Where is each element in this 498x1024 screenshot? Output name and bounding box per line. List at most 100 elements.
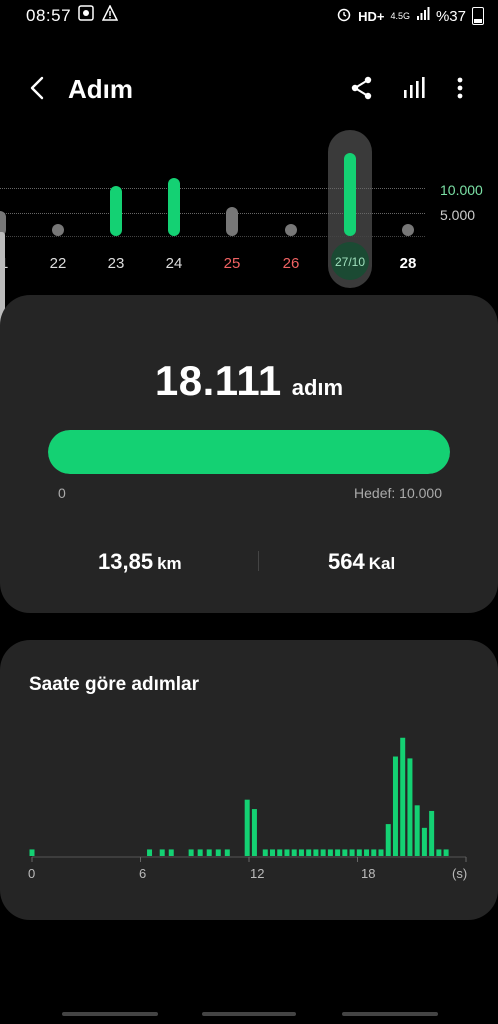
goal-progress-bar xyxy=(48,430,450,474)
hourly-steps-chart[interactable] xyxy=(24,728,474,888)
nav-back-handle[interactable] xyxy=(62,1012,158,1016)
day-label-25[interactable]: 25 xyxy=(212,255,252,272)
hourly-bar[interactable] xyxy=(188,849,194,856)
goal-gridline xyxy=(0,188,425,189)
alarm-icon xyxy=(336,6,352,26)
hourly-bar[interactable] xyxy=(277,849,283,856)
calories-value: 564 xyxy=(328,549,365,574)
hourly-bar[interactable] xyxy=(262,849,268,856)
battery-label: %37 xyxy=(435,7,466,25)
hourly-bar[interactable] xyxy=(335,849,341,856)
distance-stat: 13,85 km xyxy=(98,549,182,575)
progress-min-label: 0 xyxy=(58,485,66,501)
hourly-bar[interactable] xyxy=(364,849,370,856)
hourly-bar[interactable] xyxy=(349,849,355,856)
steps-unit: adım xyxy=(291,375,344,400)
day-bar-22[interactable] xyxy=(52,224,64,236)
day-bar-26[interactable] xyxy=(285,224,297,236)
goal-label: Hedef: 10.000 xyxy=(354,485,442,501)
day-bar-24[interactable] xyxy=(168,178,180,236)
steps-summary-card: 18.111 adım 0 Hedef: 10.000 13,85 km 564 Ka… xyxy=(0,295,498,613)
hourly-bar[interactable] xyxy=(443,849,449,856)
system-nav-bar xyxy=(0,1010,498,1018)
status-time: 08:57 xyxy=(26,6,72,25)
hourly-bar[interactable] xyxy=(284,849,290,856)
day-label-27-10[interactable]: 27/10 xyxy=(330,255,370,269)
steps-value: 18.111 adım xyxy=(0,357,498,405)
hour-tick-12: 12 xyxy=(250,866,265,881)
calories-stat: 564 Kal xyxy=(328,549,395,575)
hourly-bar[interactable] xyxy=(206,849,212,856)
screenshot-icon xyxy=(78,5,94,26)
nav-home-handle[interactable] xyxy=(202,1012,296,1016)
hourly-bar[interactable] xyxy=(421,827,427,856)
hourly-bar[interactable] xyxy=(29,849,35,856)
distance-unit: km xyxy=(157,554,182,573)
hour-tick-0: 0 xyxy=(28,866,36,881)
stats-divider xyxy=(258,551,259,571)
hourly-bar[interactable] xyxy=(356,849,362,856)
distance-value: 13,85 xyxy=(98,549,154,574)
hourly-bar[interactable] xyxy=(306,849,312,856)
day-bar-27-10[interactable] xyxy=(344,153,356,236)
hourly-steps-card: Saate göre adımlar 0 6 12 18 (s) xyxy=(0,640,498,920)
hourly-bar[interactable] xyxy=(197,849,203,856)
day-label-22[interactable]: 22 xyxy=(38,255,78,272)
network-label: HD+ xyxy=(358,8,385,24)
hour-unit-label: (s) xyxy=(452,866,468,881)
day-bar-28[interactable] xyxy=(402,224,414,236)
hourly-title: Saate göre adımlar xyxy=(29,674,200,695)
hourly-bar[interactable] xyxy=(371,849,377,856)
day-label-28[interactable]: 28 xyxy=(388,255,428,272)
steps-count: 18.111 xyxy=(154,357,282,404)
hourly-bar[interactable] xyxy=(224,849,230,856)
hourly-bar[interactable] xyxy=(407,758,413,856)
day-label-24[interactable]: 24 xyxy=(154,255,194,272)
hourly-bar[interactable] xyxy=(298,849,304,856)
nav-recent-handle[interactable] xyxy=(342,1012,438,1016)
hour-tick-18: 18 xyxy=(361,866,376,881)
hourly-bar[interactable] xyxy=(436,849,442,856)
page-title: Adım xyxy=(68,74,133,104)
hourly-bar[interactable] xyxy=(378,849,384,856)
calories-unit: Kal xyxy=(368,554,396,573)
hourly-bar[interactable] xyxy=(320,849,326,856)
half-gridline xyxy=(0,213,425,214)
baseline-gridline xyxy=(0,236,425,237)
hourly-bar[interactable] xyxy=(400,737,406,856)
signal-icon xyxy=(416,7,430,25)
hourly-bar[interactable] xyxy=(159,849,165,856)
hourly-bar[interactable] xyxy=(244,799,250,856)
hourly-bar[interactable] xyxy=(385,824,391,856)
daily-steps-chart[interactable]: 10.000 5.000 21222324252627/1028 xyxy=(0,125,498,290)
status-bar: 08:57 HD+ 4.5G %37 xyxy=(0,0,498,32)
hourly-bar[interactable] xyxy=(429,810,435,856)
hourly-bar[interactable] xyxy=(215,849,221,856)
bar-chart-icon[interactable] xyxy=(400,74,428,102)
day-bar-23[interactable] xyxy=(110,185,122,236)
share-icon[interactable] xyxy=(348,74,376,102)
gridline-label-10000: 10.000 xyxy=(440,182,483,198)
hourly-bar[interactable] xyxy=(342,849,348,856)
hourly-bar[interactable] xyxy=(414,805,420,856)
hourly-bar[interactable] xyxy=(392,756,398,856)
gridline-label-5000: 5.000 xyxy=(440,207,476,223)
battery-icon xyxy=(472,7,484,25)
hourly-bar[interactable] xyxy=(270,849,276,856)
hourly-bar[interactable] xyxy=(168,849,174,856)
day-label-23[interactable]: 23 xyxy=(96,255,136,272)
net-type-label: 4.5G xyxy=(390,10,410,21)
hourly-bar[interactable] xyxy=(291,849,297,856)
hour-tick-6: 6 xyxy=(139,866,147,881)
hourly-bar[interactable] xyxy=(147,849,153,856)
app-bar: Adım xyxy=(0,60,498,116)
hourly-bar[interactable] xyxy=(251,809,257,856)
hourly-bar[interactable] xyxy=(313,849,319,856)
warning-icon xyxy=(101,4,119,26)
day-label-26[interactable]: 26 xyxy=(271,255,311,272)
goal-progress-fill xyxy=(48,430,450,474)
day-bar-25[interactable] xyxy=(226,207,238,236)
back-arrow-icon[interactable] xyxy=(24,74,52,102)
more-vert-icon[interactable] xyxy=(446,74,474,102)
hourly-bar[interactable] xyxy=(327,849,333,856)
